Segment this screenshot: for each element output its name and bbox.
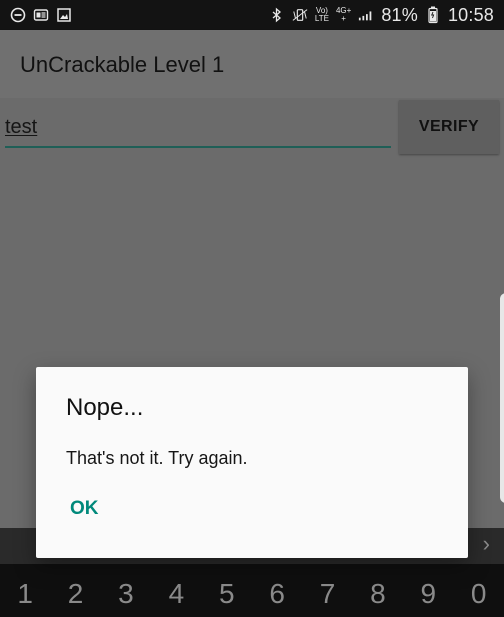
ok-button[interactable]: OK xyxy=(70,498,99,520)
status-time: 10:58 xyxy=(447,4,494,25)
signal-icon xyxy=(358,7,374,23)
key-8[interactable]: 8 xyxy=(358,578,398,610)
vibrate-icon xyxy=(292,7,308,23)
do-not-disturb-icon xyxy=(10,7,26,23)
key-5[interactable]: 5 xyxy=(207,578,247,610)
key-0[interactable]: 0 xyxy=(459,578,499,610)
battery-icon xyxy=(425,6,441,24)
number-row: 1 2 3 4 5 6 7 8 9 0 xyxy=(0,576,504,612)
app-screen: Vo) LTE 4G+ + 81% 10:58 UnCrackable Leve… xyxy=(0,0,504,617)
image-icon xyxy=(56,7,72,23)
app-title: UnCrackable Level 1 xyxy=(20,52,225,77)
key-3[interactable]: 3 xyxy=(106,578,146,610)
network-bottom: + xyxy=(341,14,346,23)
dialog-title: Nope... xyxy=(66,394,144,421)
key-6[interactable]: 6 xyxy=(257,578,297,610)
battery-percent: 81% xyxy=(381,4,418,25)
key-4[interactable]: 4 xyxy=(156,578,196,610)
status-right-icons: Vo) LTE 4G+ + 81% 10:58 xyxy=(269,5,494,26)
status-left-icons xyxy=(10,7,72,23)
edge-handle[interactable] xyxy=(500,293,504,503)
bluetooth-icon xyxy=(269,7,285,23)
vo-lte-bottom: LTE xyxy=(314,14,329,23)
alert-dialog: Nope... That's not it. Try again. OK xyxy=(36,367,468,558)
app-bar: UnCrackable Level 1 xyxy=(0,30,504,98)
chevron-right-icon[interactable]: › xyxy=(483,533,490,555)
vo-lte-indicator: Vo) LTE xyxy=(315,7,329,23)
key-9[interactable]: 9 xyxy=(408,578,448,610)
mail-badge-icon xyxy=(33,7,49,23)
verify-button[interactable]: VERIFY xyxy=(399,100,499,154)
secret-input[interactable]: test xyxy=(5,117,391,148)
key-2[interactable]: 2 xyxy=(56,578,96,610)
network-indicator: 4G+ + xyxy=(336,7,351,23)
key-7[interactable]: 7 xyxy=(308,578,348,610)
key-1[interactable]: 1 xyxy=(5,578,45,610)
dialog-message: That's not it. Try again. xyxy=(66,448,248,468)
status-bar: Vo) LTE 4G+ + 81% 10:58 xyxy=(0,0,504,30)
